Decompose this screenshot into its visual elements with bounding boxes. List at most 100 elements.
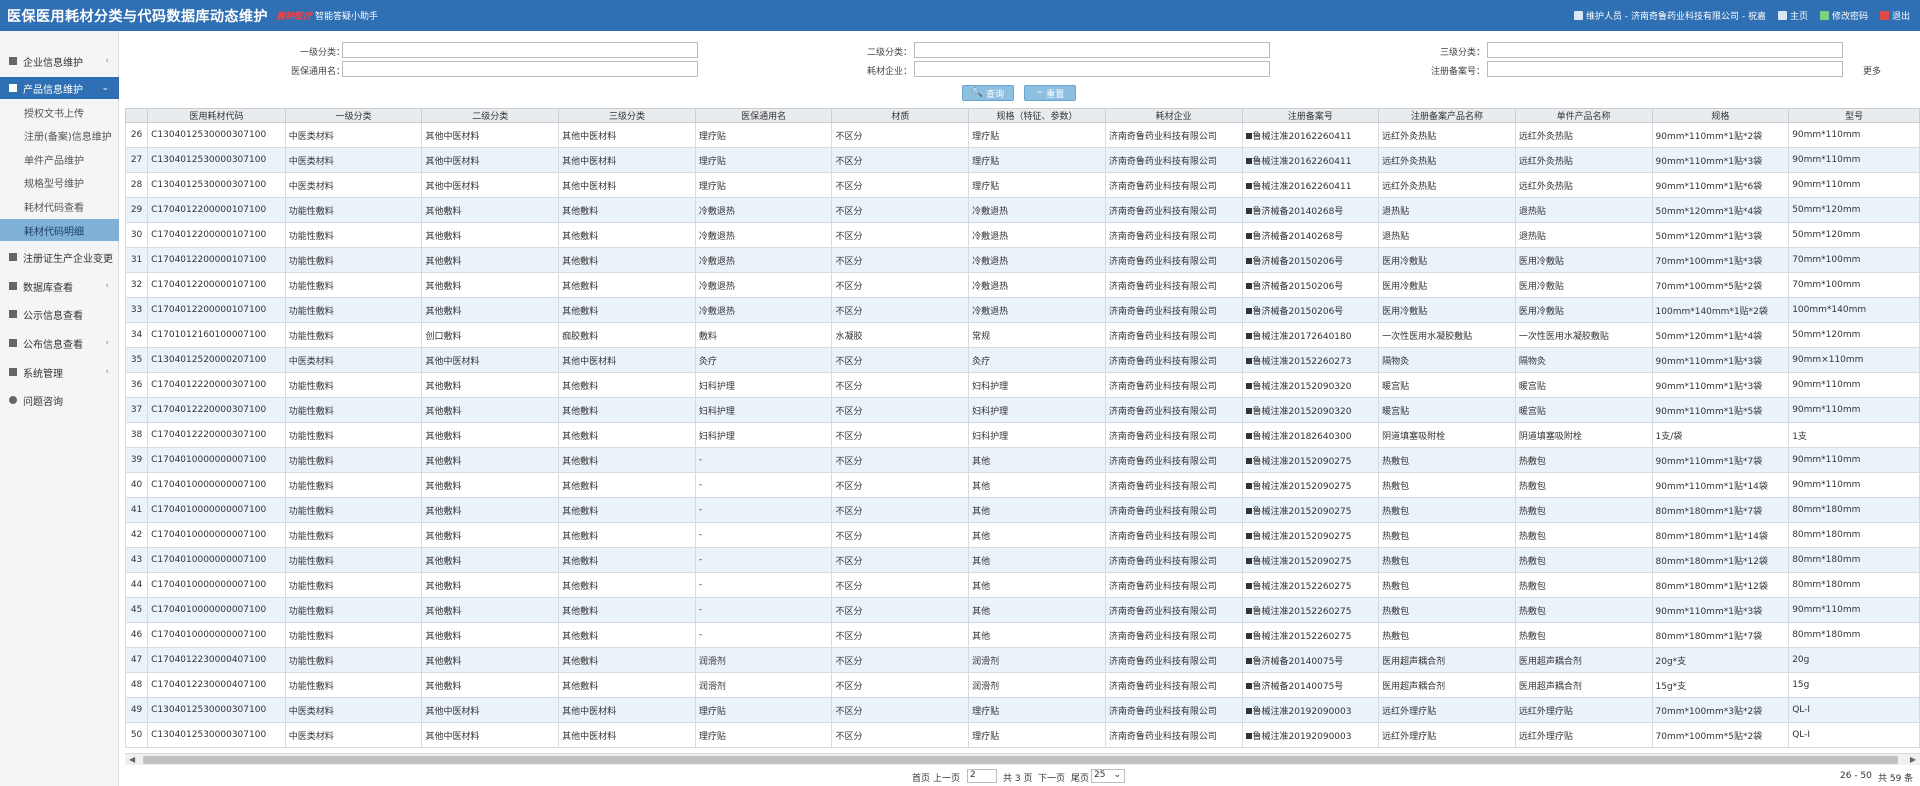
table-row[interactable]: 34 C170101216010000710​0 功能性敷料 创口敷料 痂胶敷料 敷料 水凝… [125,322,1920,348]
table-row[interactable]: 31 C170401220000010710​0 功能性敷料 其他敷料 其他敷料 冷敷退热… [125,247,1920,273]
table-cell: 济南奇鲁药业科技有限公司 [1104,572,1243,598]
scrollbar-thumb[interactable] [143,756,1898,764]
sidebar-sub-registration[interactable]: 注册(备案)信息维护 [0,124,119,146]
table-cell: 其他敷料 [421,522,560,548]
table-cell: 理疗贴 [694,722,833,748]
table-cell-text: 鲁械注准20152090320 [1252,406,1352,417]
table-row[interactable]: 46 C170401000000000710​0 功能性敷料 其他敷料 其他敷料 - 不区分… [125,622,1920,648]
table-cell: 冷敷退热 [694,247,833,273]
table-row[interactable]: 48 C170401223000040710​0 功能性敷料 其他敷料 其他敷料 润滑剂不… [125,672,1920,698]
first-page-link[interactable]: 首页 [912,771,930,784]
search-panel: 一级分类： 医保通用名： 二级分类： 耗材企业： 三级分类： 注册备案号： 更多 [125,38,1920,83]
region-icon [1245,508,1252,514]
table-cell: 功能性敷料 [284,222,423,248]
table-row[interactable]: 42 C170401000000000710​0 功能性敷料 其他敷料 其他敷料 - 不区分… [125,522,1920,548]
region-icon [1245,383,1252,389]
table-row[interactable]: 38 C170401222000030710​0 功能性敷料 其他敷料 其他敷料 妇科护理… [125,422,1920,448]
table-cell: 济南奇鲁药业科技有限公司 [1104,397,1243,423]
table-cell: 远红外灸热贴 [1378,147,1516,173]
table-cell: 其他敷料 [421,597,560,623]
table-cell: 热敷包 [1514,522,1653,548]
sidebar-sub-code-detail[interactable]: 耗材代码明细 [0,219,119,241]
generic-name-input[interactable] [342,61,698,77]
sidebar-sub-auth-upload[interactable]: 授权文书上传 [0,101,119,123]
table-row[interactable]: 45 C170401000000000710​0 功能性敷料 其他敷料 其他敷料 - 不区分… [125,597,1920,623]
table-row[interactable]: 30 C170401220000010710​0 功能性敷料 其他敷料 其他敷料 冷敷退热… [125,222,1920,248]
home-link[interactable]: 主页 [1777,9,1808,22]
level2-input[interactable] [914,42,1270,58]
table-row[interactable]: 47 C170401223000040710​0 功能性敷料 其他敷料 其他敷料 润滑剂不… [125,647,1920,673]
table-cell: 退热贴 [1378,222,1516,248]
gear-icon [9,368,17,376]
table-row[interactable]: 33 C170401220000010710​0 功能性敷料 其他敷料 其他敷料 冷敷退热… [125,297,1920,323]
column-header: 医用耗材代码 [147,108,286,123]
table-row[interactable]: 26 C130401253000030710​0 中医类材料 其他中医材料 其他中医材料… [125,122,1920,148]
sidebar-item-company[interactable]: 企业信息维护 ‹ [0,50,119,72]
table-row[interactable]: 27 C130401253000030710​0 中医类材料 其他中医材料 其他中医材料… [125,147,1920,173]
company-input[interactable] [914,61,1270,77]
table-cell: 鲁械注准20152090320 [1241,397,1380,423]
reset-button[interactable]: − 重置 [1024,85,1076,101]
sidebar-item-help[interactable]: 问题咨询 [0,389,119,411]
table-cell: 100mm*140mm [1788,297,1920,323]
table-row[interactable]: 41 C170401000000000710​0 功能性敷料 其他敷料 其他敷料 - 不区分… [125,497,1920,523]
region-icon [1245,483,1252,489]
table-body: 26 C130401253000030710​0 中医类材料 其他中医材料 其他中医材料… [125,122,1920,748]
table-row[interactable]: 49 C130401253000030710​0 中医类材料 其他中医材料 其他中医材料… [125,697,1920,723]
table-cell: 济南奇鲁药业科技有限公司 [1104,472,1243,498]
sidebar-item-product[interactable]: 产品信息维护 ⌄ [0,77,119,99]
table-row[interactable]: 40 C170401000000000710​0 功能性敷料 其他敷料 其他敷料 - 不区分… [125,472,1920,498]
sidebar-item-announcement[interactable]: 公布信息查看 ‹ [0,332,119,354]
table-row[interactable]: 37 C170401222000030710​0 功能性敷料 其他敷料 其他敷料 妇科护理… [125,397,1920,423]
table-cell-text: 鲁济械备20140268号 [1252,231,1344,242]
horizontal-scrollbar[interactable]: ◀ ▶ [125,753,1920,765]
table-row[interactable]: 29 C170401220000010710​0 功能性敷料 其他敷料 其他敷料 冷敷退热… [125,197,1920,223]
table-row[interactable]: 32 C170401220000010710​0 功能性敷料 其他敷料 其他敷料 冷敷退热… [125,272,1920,298]
table-cell: C170401220000010710​0 [147,272,286,298]
page-number-input[interactable]: 2 [967,769,997,783]
table-cell: 功能性敷料 [284,472,423,498]
table-row[interactable]: 50 C130401253000030710​0 中医类材料 其他中医材料 其他中医材料… [125,722,1920,748]
table-row[interactable]: 43 C170401000000000710​0 功能性敷料 其他敷料 其他敷料 - 不区分… [125,547,1920,573]
assistant-link[interactable]: 智能答疑小助手 [315,9,378,22]
table-cell: 热敷包 [1378,572,1516,598]
chevron-left-icon: ‹ [105,367,109,377]
table-row[interactable]: 35 C130401252000020710​0 中医类材料 其他中医材料 其他中医材料… [125,347,1920,373]
scroll-left-icon[interactable]: ◀ [129,755,135,764]
sidebar-item-cert-change[interactable]: 注册证生产企业变更 [0,246,119,268]
sidebar-sub-spec[interactable]: 规格型号维护 [0,171,119,193]
level1-input[interactable] [342,42,698,58]
table-cell: 不区分 [831,597,970,623]
table-cell: 鲁械注准20152260275 [1241,597,1380,623]
change-password-link[interactable]: 修改密码 [1819,9,1868,22]
sidebar-sub-code-view[interactable]: 耗材代码查看 [0,195,119,217]
regno-input[interactable] [1487,61,1843,77]
table-cell-text: 鲁械注准20192090003 [1252,731,1352,742]
more-link[interactable]: 更多 [1863,64,1881,77]
sidebar-sub-single-product[interactable]: 单件产品维护 [0,148,119,170]
next-page-link[interactable]: 下一页 [1038,771,1065,784]
scroll-right-icon[interactable]: ▶ [1910,755,1916,764]
table-cell: 鲁械注准20152260275 [1241,572,1380,598]
table-cell: 90mm*110mm*1贴*7袋 [1651,447,1790,473]
table-row[interactable]: 44 C170401000000000710​0 功能性敷料 其他敷料 其他敷料 - 不区分… [125,572,1920,598]
sidebar-item-system[interactable]: 系统管理 ‹ [0,361,119,383]
region-icon [1245,358,1252,364]
table-row[interactable]: 36 C170401222000030710​0 功能性敷料 其他敷料 其他敷料 妇科护理… [125,372,1920,398]
table-cell: 其他中医材料 [558,722,696,748]
table-cell: 理疗贴 [968,722,1106,748]
query-button[interactable]: 🔍 查询 [962,85,1014,101]
sidebar-item-database[interactable]: 数据库查看 ‹ [0,275,119,297]
table-row[interactable]: 28 C130401253000030710​0 中医类材料 其他中医材料 其他中医材料… [125,172,1920,198]
table-cell: 其他敷料 [421,472,560,498]
logout-link[interactable]: 退出 [1879,9,1910,22]
level3-input[interactable] [1487,42,1843,58]
prev-page-link[interactable]: 上一页 [933,771,960,784]
table-row[interactable]: 39 C170401000000000710​0 功能性敷料 其他敷料 其他敷料 - 不区分… [125,447,1920,473]
last-page-link[interactable]: 尾页 [1071,771,1089,784]
code-table: 医用耗材代码 一级分类 二级分类 三级分类 医保通用名 材质 规格（特征、参数） 耗材企业 注册… [125,108,1920,748]
page-size-select[interactable]: 25 ⌄ [1091,769,1125,783]
sidebar-item-public-notice[interactable]: 公示信息查看 [0,303,119,325]
table-cell: 医用冷敷贴 [1514,297,1653,323]
query-button-label: 查询 [986,89,1005,100]
